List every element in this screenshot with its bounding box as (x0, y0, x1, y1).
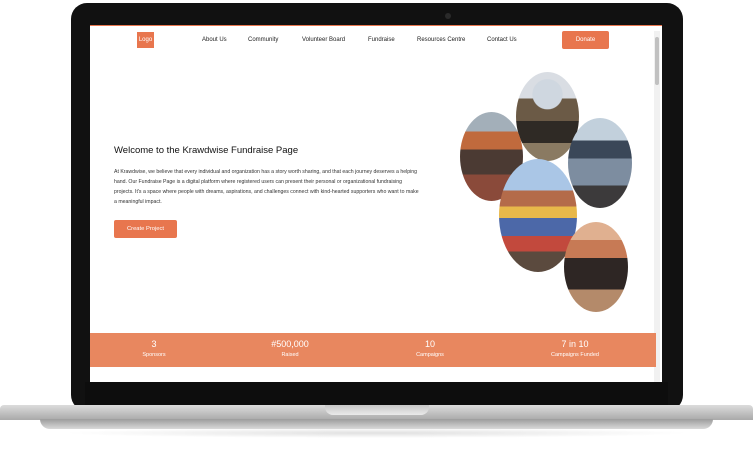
nav-link-resources-centre[interactable]: Resources Centre (417, 37, 465, 43)
laptop-base-underside (40, 419, 713, 429)
community-photo-5 (564, 222, 628, 312)
nav-link-contact-us[interactable]: Contact Us (487, 37, 517, 43)
stat-label: Campaigns Funded (550, 352, 599, 358)
stats-bar: 3 Sponsors #500,000 Raised 10 Campaigns … (90, 333, 656, 367)
stat-label: Raised (281, 352, 299, 358)
top-nav: Logo About Us Community Volunteer Board … (90, 25, 662, 56)
community-photo-3 (568, 118, 632, 208)
stat-campaigns: 10 Campaigns (380, 333, 480, 358)
screen: Logo About Us Community Volunteer Board … (90, 25, 662, 382)
stat-sponsors: 3 Sponsors (104, 333, 204, 358)
stat-value: 10 (424, 339, 435, 349)
camera-icon (445, 13, 451, 19)
laptop-shadow (60, 428, 693, 438)
donate-button[interactable]: Donate (562, 31, 609, 49)
nav-link-volunteer-board[interactable]: Volunteer Board (302, 37, 345, 43)
nav-link-fundraise[interactable]: Fundraise (368, 37, 395, 43)
stat-raised: #500,000 Raised (240, 333, 340, 358)
stat-value: 7 in 10 (561, 339, 589, 349)
scrollbar-thumb[interactable] (655, 37, 659, 85)
hero-title: Welcome to the Krawdwise Fundraise Page (114, 145, 299, 156)
hero-description: At Krawdwise, we believe that every indi… (114, 169, 419, 205)
stat-label: Sponsors (142, 352, 166, 358)
stat-campaigns-funded: 7 in 10 Campaigns Funded (525, 333, 625, 358)
stat-label: Campaigns (416, 352, 444, 358)
laptop-notch (325, 405, 429, 415)
nav-link-community[interactable]: Community (248, 37, 278, 43)
nav-link-about-us[interactable]: About Us (202, 37, 227, 43)
logo[interactable]: Logo (137, 32, 154, 48)
stat-value: 3 (151, 339, 157, 349)
create-project-button[interactable]: Create Project (114, 220, 177, 238)
laptop-bezel-bottom (85, 382, 668, 406)
stat-value: #500,000 (271, 339, 309, 349)
